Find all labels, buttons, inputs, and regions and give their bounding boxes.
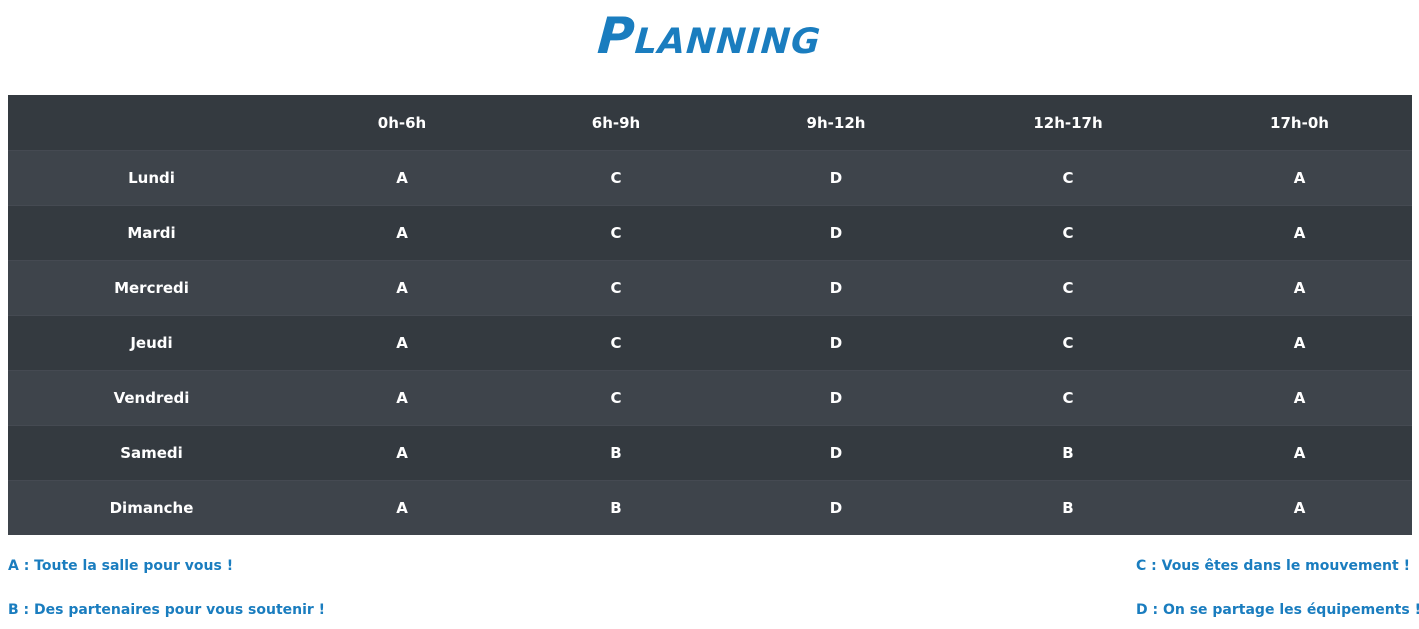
slot-cell: A [295, 150, 509, 206]
table-row: Dimanche A B D B A [8, 480, 1412, 535]
slot-cell: D [723, 260, 949, 316]
table-row: Jeudi A C D C A [8, 315, 1412, 371]
day-cell: Samedi [8, 425, 295, 481]
slot-cell: D [723, 205, 949, 261]
header-row: 0h-6h 6h-9h 9h-12h 12h-17h 17h-0h [8, 95, 1412, 151]
slot-cell: A [1187, 425, 1412, 481]
table-row: Mardi A C D C A [8, 205, 1412, 261]
day-cell: Mercredi [8, 260, 295, 316]
day-cell: Jeudi [8, 315, 295, 371]
slot-cell: A [295, 425, 509, 481]
page-title: Planning [595, 7, 824, 65]
day-cell: Lundi [8, 150, 295, 206]
legend-item-a: A : Toute la salle pour vous ! [8, 558, 234, 574]
slot-cell: A [1187, 150, 1412, 206]
slot-cell: B [949, 425, 1187, 481]
slot-cell: C [509, 150, 723, 206]
planning-table-header: 0h-6h 6h-9h 9h-12h 12h-17h 17h-0h [8, 95, 1412, 151]
header-cell-9h-12h: 9h-12h [723, 95, 949, 151]
slot-cell: D [723, 370, 949, 426]
slot-cell: A [1187, 260, 1412, 316]
slot-cell: C [509, 205, 723, 261]
slot-cell: A [1187, 480, 1412, 535]
slot-cell: C [509, 370, 723, 426]
slot-cell: C [949, 205, 1187, 261]
slot-cell: D [723, 150, 949, 206]
legend-item-c: C : Vous êtes dans le mouvement ! [1136, 558, 1410, 574]
slot-cell: A [295, 205, 509, 261]
table-row: Vendredi A C D C A [8, 370, 1412, 426]
day-cell: Dimanche [8, 480, 295, 535]
table-row: Samedi A B D B A [8, 425, 1412, 481]
header-cell-0h-6h: 0h-6h [295, 95, 509, 151]
slot-cell: B [949, 480, 1187, 535]
slot-cell: A [295, 370, 509, 426]
table-row: Mercredi A C D C A [8, 260, 1412, 316]
header-cell-12h-17h: 12h-17h [949, 95, 1187, 151]
slot-cell: D [723, 315, 949, 371]
slot-cell: C [509, 315, 723, 371]
slot-cell: C [949, 150, 1187, 206]
day-cell: Vendredi [8, 370, 295, 426]
table-row: Lundi A C D C A [8, 150, 1412, 206]
slot-cell: B [509, 425, 723, 481]
slot-cell: C [949, 370, 1187, 426]
header-cell-corner [8, 95, 295, 151]
slot-cell: C [949, 260, 1187, 316]
slot-cell: A [295, 315, 509, 371]
planning-table: 0h-6h 6h-9h 9h-12h 12h-17h 17h-0h Lundi … [8, 95, 1412, 535]
header-cell-6h-9h: 6h-9h [509, 95, 723, 151]
slot-cell: A [295, 480, 509, 535]
day-cell: Mardi [8, 205, 295, 261]
planning-table-body: Lundi A C D C A Mardi A C D C A Mercredi… [8, 150, 1412, 535]
slot-cell: C [949, 315, 1187, 371]
slot-cell: D [723, 480, 949, 535]
header-cell-17h-0h: 17h-0h [1187, 95, 1412, 151]
slot-cell: A [1187, 315, 1412, 371]
slot-cell: D [723, 425, 949, 481]
slot-cell: B [509, 480, 723, 535]
legend-item-b: B : Des partenaires pour vous soutenir ! [8, 602, 326, 618]
legend-item-d: D : On se partage les équipements ! [1136, 602, 1419, 618]
slot-cell: A [1187, 205, 1412, 261]
slot-cell: A [295, 260, 509, 316]
slot-cell: A [1187, 370, 1412, 426]
slot-cell: C [509, 260, 723, 316]
